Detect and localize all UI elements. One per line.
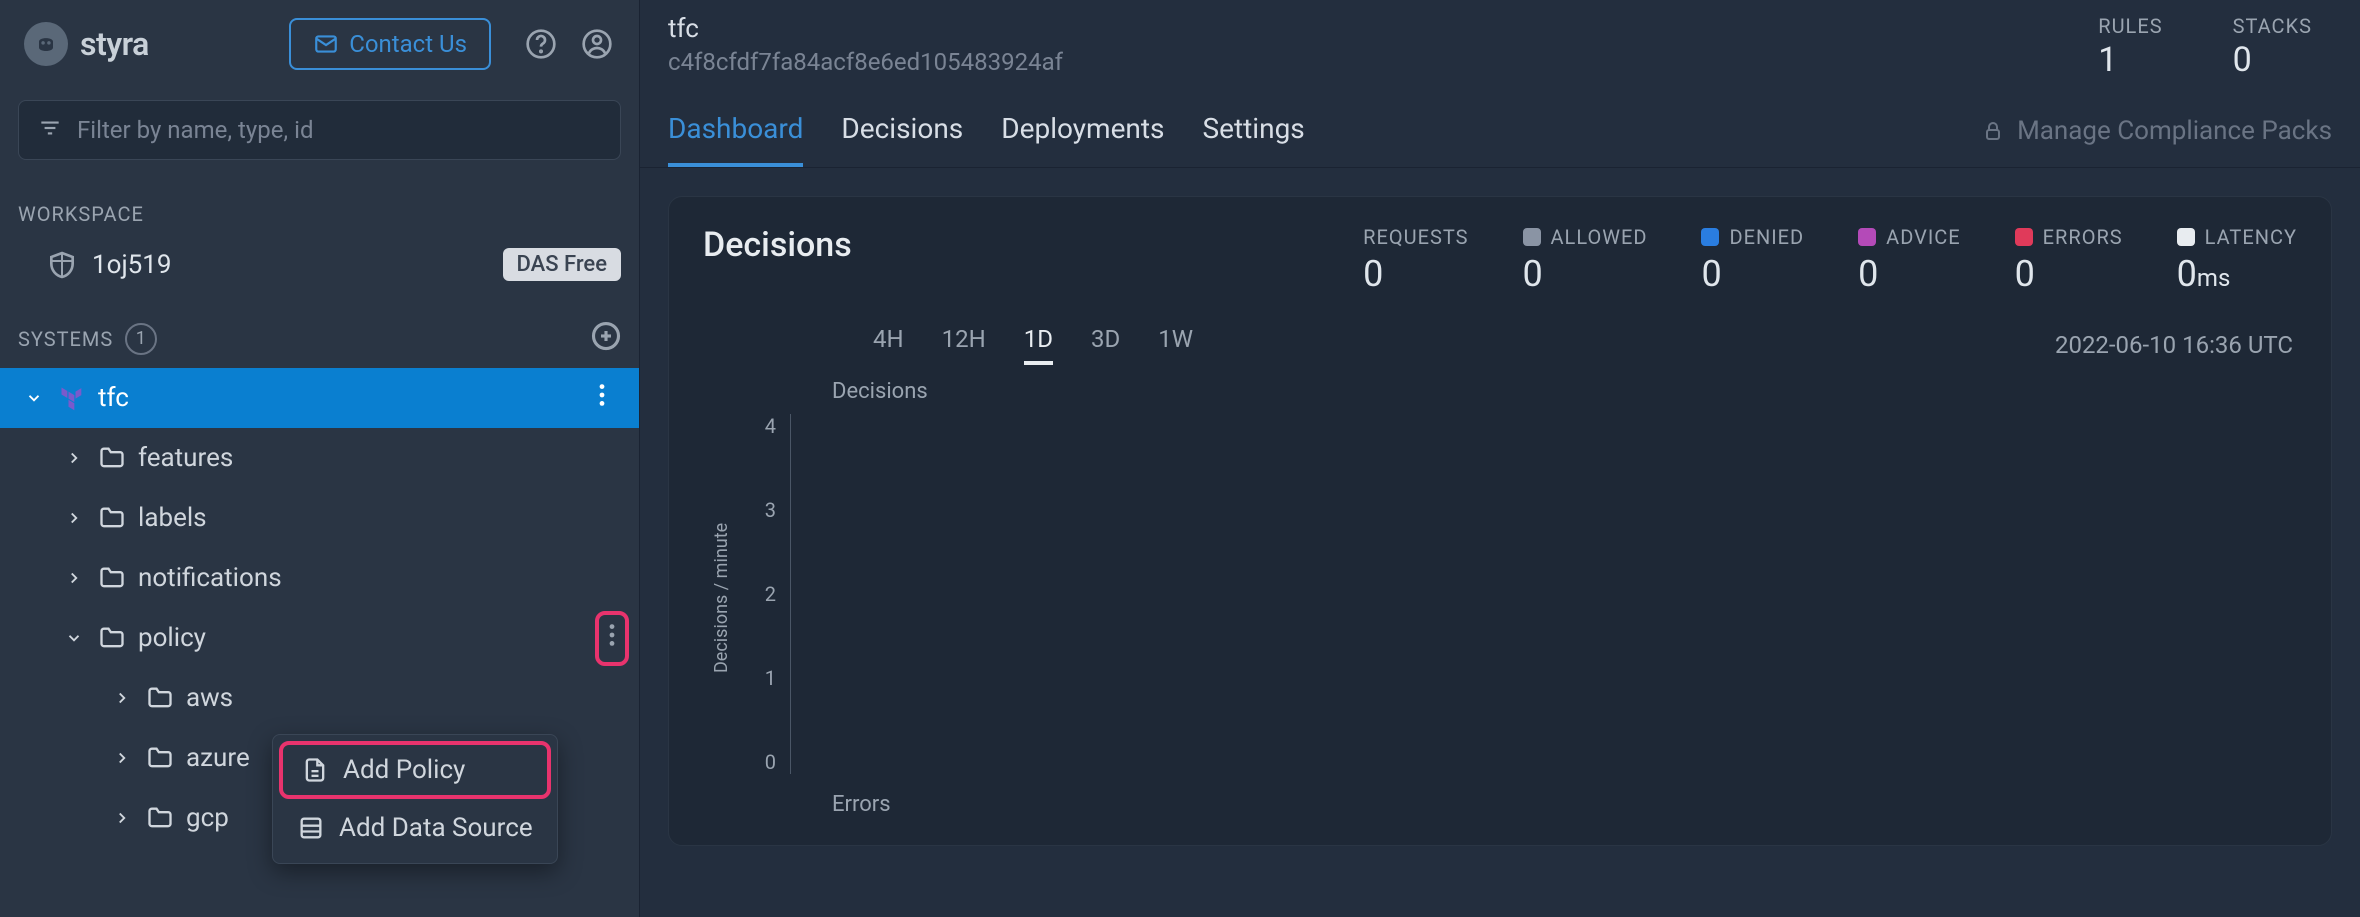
tree-item-tfc[interactable]: tfc bbox=[0, 368, 639, 428]
swatch-denied bbox=[1701, 228, 1719, 246]
swatch-advice bbox=[1858, 228, 1876, 246]
tab-settings[interactable]: Settings bbox=[1203, 112, 1305, 167]
more-icon-highlighted[interactable] bbox=[595, 611, 629, 666]
sidebar: styra Contact Us WORKSPACE 1oj519 DAS Fr… bbox=[0, 0, 640, 917]
mail-icon bbox=[313, 31, 339, 57]
metric-requests: REQUESTS 0 bbox=[1363, 225, 1468, 295]
contact-us-label: Contact Us bbox=[349, 30, 467, 58]
chart-title: Decisions bbox=[832, 379, 2297, 404]
metric-allowed: ALLOWED 0 bbox=[1523, 225, 1648, 295]
chevron-right-icon bbox=[110, 689, 134, 707]
tree-item-label: features bbox=[138, 443, 621, 473]
metric-latency: LATENCY 0ms bbox=[2177, 225, 2297, 295]
y-ticks: 4 3 2 1 0 bbox=[740, 414, 790, 774]
logo[interactable]: styra bbox=[24, 22, 271, 66]
page-title: tfc bbox=[668, 14, 1063, 44]
range-12h[interactable]: 12H bbox=[942, 325, 986, 365]
workspace-badge: DAS Free bbox=[503, 248, 622, 281]
tree-item-label: labels bbox=[138, 503, 621, 533]
tree-item-policy[interactable]: policy bbox=[0, 608, 639, 668]
tree-item-labels[interactable]: labels bbox=[0, 488, 639, 548]
chevron-down-icon bbox=[62, 629, 86, 647]
filter-icon bbox=[37, 115, 63, 145]
workspace-section-label: WORKSPACE bbox=[0, 172, 639, 238]
stat-stacks: STACKS 0 bbox=[2233, 14, 2312, 80]
range-4h[interactable]: 4H bbox=[873, 325, 904, 365]
timestamp: 2022-06-10 16:36 UTC bbox=[2055, 331, 2293, 359]
search-input[interactable] bbox=[77, 116, 602, 144]
systems-section-label: SYSTEMS 1 bbox=[0, 291, 639, 368]
lock-icon bbox=[1981, 119, 2005, 143]
errors-chart-title: Errors bbox=[832, 792, 2297, 817]
swatch-latency bbox=[2177, 228, 2195, 246]
tree-item-features[interactable]: features bbox=[0, 428, 639, 488]
tree-item-aws[interactable]: aws bbox=[0, 668, 639, 728]
chevron-right-icon bbox=[62, 509, 86, 527]
search-input-container[interactable] bbox=[18, 100, 621, 160]
user-icon[interactable] bbox=[579, 26, 615, 62]
terraform-icon bbox=[58, 384, 86, 412]
main: tfc c4f8cfdf7fa84acf8e6ed105483924af RUL… bbox=[640, 0, 2360, 917]
plot-area bbox=[790, 414, 2297, 774]
tree-item-label: notifications bbox=[138, 563, 621, 593]
tab-deployments[interactable]: Deployments bbox=[1001, 112, 1164, 167]
context-menu: Add Policy Add Data Source bbox=[272, 734, 558, 864]
menu-label: Add Data Source bbox=[339, 813, 533, 843]
page-subtitle: c4f8cfdf7fa84acf8e6ed105483924af bbox=[668, 48, 1063, 76]
folder-icon bbox=[146, 744, 174, 772]
more-icon[interactable] bbox=[593, 383, 621, 414]
tabs-row: Dashboard Decisions Deployments Settings… bbox=[640, 80, 2360, 168]
card-title: Decisions bbox=[703, 225, 852, 265]
folder-icon bbox=[146, 804, 174, 832]
menu-label: Add Policy bbox=[343, 755, 465, 785]
range-3d[interactable]: 3D bbox=[1091, 325, 1120, 365]
add-system-button[interactable] bbox=[591, 321, 621, 356]
menu-add-data-source[interactable]: Add Data Source bbox=[273, 799, 557, 857]
metric-denied: DENIED 0 bbox=[1701, 225, 1804, 295]
chevron-right-icon bbox=[110, 749, 134, 767]
chevron-right-icon bbox=[62, 569, 86, 587]
folder-icon bbox=[98, 564, 126, 592]
swatch-allowed bbox=[1523, 228, 1541, 246]
y-axis-label: Decisions / minute bbox=[703, 379, 740, 817]
tab-dashboard[interactable]: Dashboard bbox=[668, 112, 803, 167]
workspace-name: 1oj519 bbox=[92, 250, 489, 280]
folder-icon bbox=[98, 504, 126, 532]
tree-item-label: tfc bbox=[98, 383, 581, 413]
stat-rules: RULES 1 bbox=[2098, 14, 2162, 80]
swatch-errors bbox=[2015, 228, 2033, 246]
range-1w[interactable]: 1W bbox=[1158, 325, 1193, 365]
folder-icon bbox=[98, 444, 126, 472]
metric-advice: ADVICE 0 bbox=[1858, 225, 1961, 295]
contact-us-button[interactable]: Contact Us bbox=[289, 18, 491, 70]
decisions-card: Decisions REQUESTS 0 ALLOWED 0 DENIED 0 bbox=[668, 196, 2332, 846]
chevron-right-icon bbox=[110, 809, 134, 827]
workspace-item[interactable]: 1oj519 DAS Free bbox=[0, 238, 639, 291]
manage-compliance-link[interactable]: Manage Compliance Packs bbox=[1981, 116, 2332, 164]
shield-icon bbox=[46, 249, 78, 281]
tree-item-label: policy bbox=[138, 623, 621, 653]
logo-text: styra bbox=[80, 25, 149, 63]
folder-icon bbox=[146, 684, 174, 712]
tree-item-label: aws bbox=[186, 683, 621, 713]
main-header: tfc c4f8cfdf7fa84acf8e6ed105483924af RUL… bbox=[640, 0, 2360, 80]
tree-item-notifications[interactable]: notifications bbox=[0, 548, 639, 608]
decisions-chart: Decisions / minute Decisions 4 3 2 1 0 E bbox=[703, 379, 2297, 817]
tab-decisions[interactable]: Decisions bbox=[841, 112, 963, 167]
menu-add-policy[interactable]: Add Policy bbox=[279, 741, 551, 799]
metric-errors: ERRORS 0 bbox=[2015, 225, 2123, 295]
help-icon[interactable] bbox=[523, 26, 559, 62]
folder-icon bbox=[98, 624, 126, 652]
sidebar-header: styra Contact Us bbox=[0, 0, 639, 88]
range-1d[interactable]: 1D bbox=[1024, 325, 1053, 365]
systems-count: 1 bbox=[125, 323, 157, 355]
logo-mark-icon bbox=[24, 22, 68, 66]
chevron-down-icon bbox=[22, 389, 46, 407]
chevron-right-icon bbox=[62, 449, 86, 467]
